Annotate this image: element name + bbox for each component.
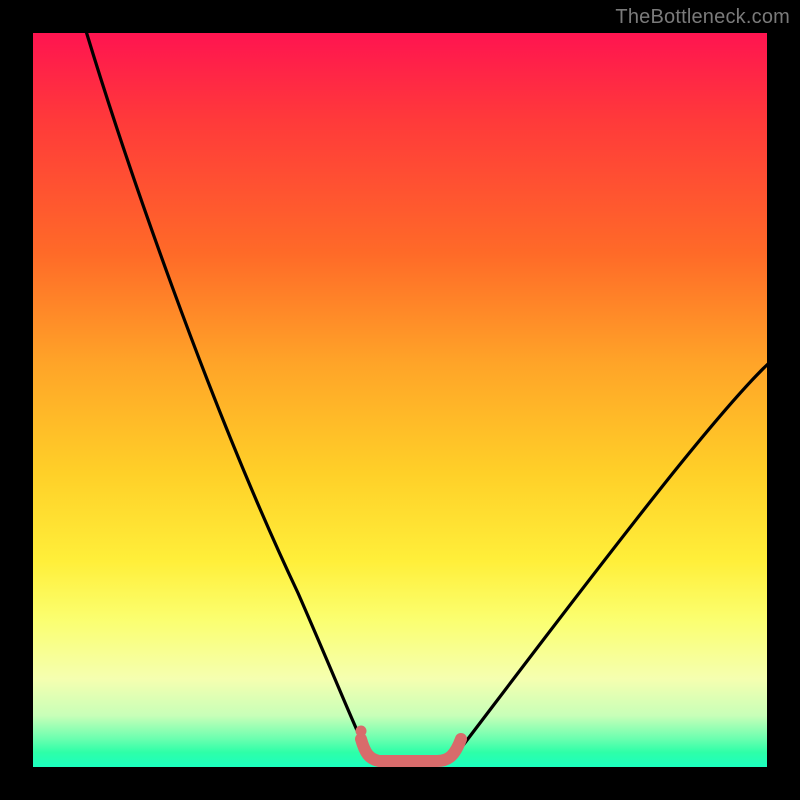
left-curve <box>86 31 365 748</box>
bottom-ideal-band <box>361 739 461 761</box>
right-curve <box>461 363 769 748</box>
bottom-ideal-dot <box>356 726 367 737</box>
chart-frame: TheBottleneck.com <box>0 0 800 800</box>
watermark-text: TheBottleneck.com <box>615 6 790 29</box>
chart-curves <box>33 33 767 767</box>
